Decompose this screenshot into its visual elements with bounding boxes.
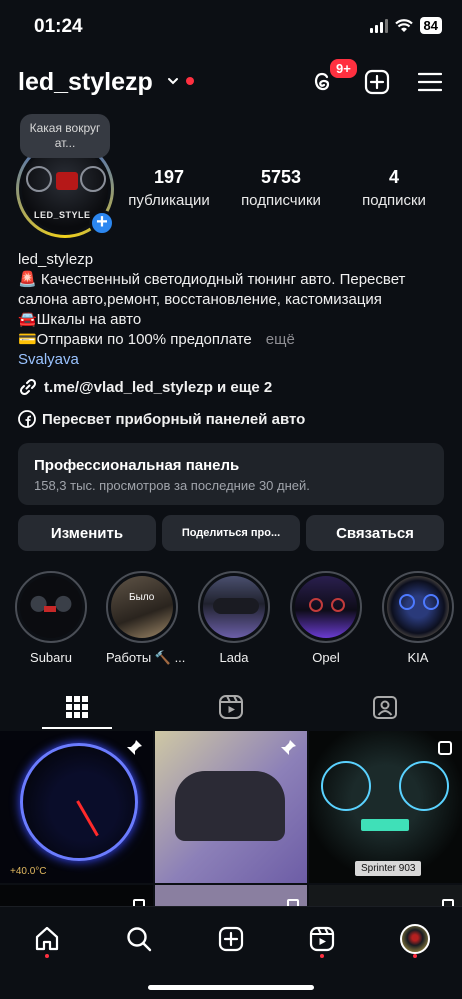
contact-button[interactable]: Связаться xyxy=(306,515,444,551)
bio-line: 🚘Шкалы на авто xyxy=(18,311,142,328)
add-story-plus-icon[interactable]: + xyxy=(89,210,115,236)
profile-display-name: led_stylezp xyxy=(18,251,94,268)
status-indicators: 84 xyxy=(369,17,442,34)
post-tile[interactable] xyxy=(0,885,153,906)
search-icon xyxy=(127,927,152,952)
profile-note-bubble[interactable]: Какая вокруг ат... xyxy=(20,114,110,158)
plus-square-icon xyxy=(218,926,244,952)
highlight-label: Lada xyxy=(219,650,249,665)
bottom-navigation xyxy=(0,906,462,999)
battery-indicator: 84 xyxy=(419,17,442,34)
menu-button[interactable] xyxy=(414,66,446,98)
story-highlight[interactable]: KIA xyxy=(382,571,454,665)
following-count[interactable]: 4 подписки xyxy=(352,167,436,209)
active-tab-indicator xyxy=(42,727,112,729)
post-tile[interactable] xyxy=(155,731,307,883)
pro-panel-subtitle: 158,3 тыс. просмотров за последние 30 дн… xyxy=(34,478,310,493)
bio-line: 🚨 Качественный светодиодный тюнинг авто.… xyxy=(18,271,406,308)
nav-reels[interactable] xyxy=(302,919,342,959)
profile-header: led_stylezp 9+ xyxy=(0,57,462,106)
profile-link[interactable]: t.me/@vlad_led_stylezp и еще 2 xyxy=(18,377,272,397)
create-button[interactable] xyxy=(361,66,393,98)
home-indicator xyxy=(148,985,314,990)
carousel-icon xyxy=(438,741,452,755)
reels-icon xyxy=(309,926,335,952)
bio-location[interactable]: Svalyava xyxy=(18,350,448,370)
posts-count[interactable]: 197 публикации xyxy=(124,167,214,209)
post-caption-overlay: Sprinter 903 xyxy=(355,861,422,876)
post-tile[interactable]: +40.0°C xyxy=(0,731,153,883)
highlight-cover xyxy=(20,576,82,638)
highlight-label: KIA xyxy=(407,650,429,665)
highlight-cover xyxy=(387,576,449,638)
threads-notification-badge: 9+ xyxy=(328,57,359,80)
home-notification-dot xyxy=(45,954,49,958)
highlight-cover xyxy=(203,576,265,638)
highlight-label: Работы 🔨 ... xyxy=(106,650,186,665)
highlight-label: Subaru xyxy=(30,650,72,665)
post-tile[interactable]: Sprinter 903 xyxy=(309,731,462,883)
profile-tabs xyxy=(0,684,462,730)
nav-search[interactable] xyxy=(119,919,159,959)
account-switcher-username[interactable]: led_stylezp xyxy=(18,68,153,97)
reels-icon xyxy=(219,695,243,719)
facebook-page-link[interactable]: Пересвет приборный панелей авто xyxy=(18,410,305,428)
cellular-signal-icon xyxy=(369,18,388,33)
link-icon xyxy=(19,378,37,396)
hamburger-menu-icon xyxy=(418,72,442,92)
post-tile[interactable] xyxy=(309,885,462,906)
professional-dashboard-card[interactable]: Профессиональная панель 158,3 тыс. просм… xyxy=(18,443,444,505)
edit-profile-button[interactable]: Изменить xyxy=(18,515,156,551)
status-bar: 01:24 84 xyxy=(0,0,462,50)
new-activity-dot xyxy=(186,77,194,85)
profile-notification-dot xyxy=(413,954,417,958)
grid-icon xyxy=(66,696,88,718)
posts-grid: +40.0°C Sprinter 903 xyxy=(0,731,462,906)
pin-icon xyxy=(281,740,296,755)
story-highlight[interactable]: Subaru xyxy=(15,571,87,665)
status-time: 01:24 xyxy=(34,16,83,37)
reel-icon xyxy=(442,899,454,906)
tagged-person-icon xyxy=(373,696,397,719)
share-profile-button[interactable]: Поделиться про... xyxy=(162,515,300,551)
facebook-icon xyxy=(18,410,36,428)
avatar-logo-text: LED_STYLE xyxy=(34,210,91,220)
highlight-cover: Было xyxy=(111,576,173,638)
pro-panel-title: Профессиональная панель xyxy=(34,457,240,474)
post-tile[interactable] xyxy=(155,885,307,906)
story-highlight[interactable]: Opel xyxy=(290,571,362,665)
wifi-icon xyxy=(394,18,413,32)
nav-home[interactable] xyxy=(27,919,67,959)
nav-profile[interactable] xyxy=(395,919,435,959)
highlight-label: Opel xyxy=(312,650,340,665)
tab-reels[interactable] xyxy=(154,684,308,730)
reel-icon xyxy=(133,899,145,906)
pin-icon xyxy=(127,740,142,755)
profile-avatar-icon xyxy=(400,924,430,954)
bio-line: 💳Отправки по 100% предоплате xyxy=(18,331,252,348)
tab-posts-grid[interactable] xyxy=(0,684,154,730)
followers-count[interactable]: 5753 подписчики xyxy=(234,167,328,209)
highlight-cover xyxy=(295,576,357,638)
nav-create[interactable] xyxy=(211,919,251,959)
profile-bio: led_stylezp 🚨 Качественный светодиодный … xyxy=(18,250,448,370)
chevron-down-icon[interactable] xyxy=(166,74,180,88)
tab-tagged[interactable] xyxy=(308,684,462,730)
reels-notification-dot xyxy=(320,954,324,958)
plus-square-icon xyxy=(364,69,390,95)
story-highlight[interactable]: Lada xyxy=(198,571,270,665)
reel-icon xyxy=(287,899,299,906)
story-highlight[interactable]: Было Работы 🔨 ... xyxy=(106,571,186,666)
home-icon xyxy=(35,926,59,951)
bio-more-link[interactable]: ещё xyxy=(266,331,295,348)
